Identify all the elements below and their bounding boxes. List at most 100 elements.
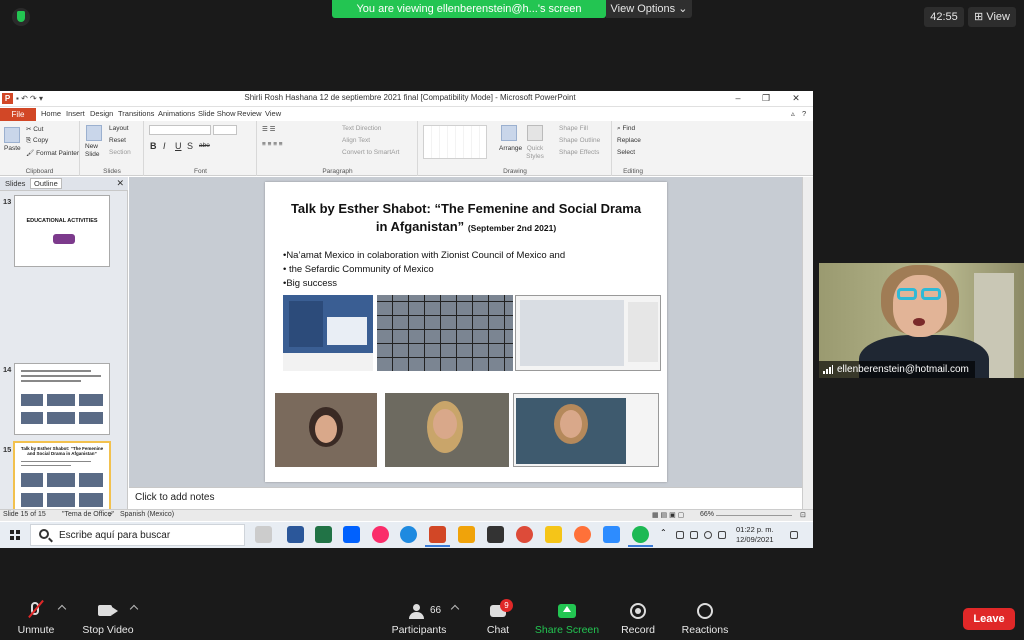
bold-button[interactable]: B: [150, 141, 157, 151]
spellcheck-icon[interactable]: ✓: [108, 511, 114, 519]
underline-button[interactable]: U: [175, 141, 182, 151]
outlook-icon[interactable]: [458, 526, 475, 543]
arrange-icon[interactable]: [501, 125, 517, 141]
notifications-icon[interactable]: [790, 531, 798, 539]
redo-icon[interactable]: ↷: [30, 94, 37, 103]
cut-button[interactable]: ✂ Cut: [26, 125, 43, 133]
shadow-button[interactable]: S: [187, 141, 193, 151]
file-explorer-icon[interactable]: [545, 526, 562, 543]
slide-bullet[interactable]: • the Sefardic Community of Mexico: [283, 264, 434, 275]
vertical-scrollbar[interactable]: [802, 177, 813, 509]
tab-view[interactable]: View: [265, 109, 281, 118]
font-name-box[interactable]: [149, 125, 211, 135]
view-button[interactable]: ⊞ View: [968, 7, 1016, 27]
restore-icon[interactable]: ❐: [759, 93, 773, 104]
paste-button[interactable]: Paste: [4, 145, 21, 152]
quick-access-toolbar[interactable]: ▪ ↶ ↷ ▾: [16, 94, 64, 104]
chrome-icon[interactable]: [516, 526, 533, 543]
battery-icon[interactable]: [690, 531, 698, 539]
arrange-button[interactable]: Arrange: [499, 145, 522, 152]
strikethrough-button[interactable]: abe: [199, 142, 210, 149]
new-slide-button[interactable]: New Slide: [85, 143, 107, 159]
italic-button[interactable]: I: [163, 141, 166, 151]
convert-smartart-button[interactable]: Convert to SmartArt: [342, 149, 399, 156]
notes-pane[interactable]: Click to add notes: [129, 487, 802, 509]
font-size-box[interactable]: [213, 125, 237, 135]
tab-animations[interactable]: Animations: [158, 109, 195, 118]
customize-icon[interactable]: ▾: [39, 94, 43, 103]
windows-start-icon[interactable]: [10, 530, 20, 540]
spotify-icon[interactable]: [628, 526, 653, 547]
share-screen-button[interactable]: Share Screen: [532, 592, 602, 640]
stop-video-button[interactable]: Stop Video: [76, 592, 140, 640]
pane-close-icon[interactable]: ✕: [116, 178, 124, 189]
store-icon[interactable]: [487, 526, 504, 543]
taskbar-clock[interactable]: 01:22 p. m. 12/09/2021: [736, 525, 774, 545]
align-text-button[interactable]: Align Text: [342, 137, 370, 144]
shapes-gallery[interactable]: [423, 125, 487, 159]
chat-button[interactable]: 9 Chat: [476, 592, 520, 640]
shared-screen[interactable]: P ▪ ↶ ↷ ▾ Shirli Rosh Hashana 12 de sept…: [0, 91, 813, 548]
section-button[interactable]: Section: [109, 149, 131, 156]
task-view-icon[interactable]: [255, 526, 272, 543]
participants-button[interactable]: 66 Participants: [384, 592, 454, 640]
view-options-button[interactable]: View Options ⌄: [606, 0, 692, 18]
zoom-level[interactable]: 66%: [700, 511, 714, 518]
dropbox-icon[interactable]: [343, 526, 360, 543]
shape-outline-button[interactable]: Shape Outline: [559, 137, 600, 144]
help-icon[interactable]: ?: [802, 109, 806, 118]
reset-button[interactable]: Reset: [109, 137, 126, 144]
itunes-icon[interactable]: [372, 526, 389, 543]
tray-icon[interactable]: [676, 531, 684, 539]
close-icon[interactable]: ✕: [789, 93, 803, 104]
slide-thumbnail-15[interactable]: Talk by Esther Shabot: “The Femenine and…: [13, 441, 111, 517]
minimize-ribbon-icon[interactable]: ▵: [791, 109, 795, 118]
select-button[interactable]: Select: [617, 149, 635, 156]
tab-design[interactable]: Design: [90, 109, 113, 118]
paste-icon[interactable]: [4, 127, 20, 143]
zoom-slider[interactable]: [716, 515, 792, 516]
find-button[interactable]: ⌕ Find: [617, 125, 635, 133]
quick-styles-button[interactable]: Quick Styles: [523, 145, 547, 161]
slide-title[interactable]: Talk by Esther Shabot: “The Femenine and…: [285, 200, 647, 237]
current-slide[interactable]: Talk by Esther Shabot: “The Femenine and…: [265, 182, 667, 482]
slide-thumbnail-13[interactable]: EDUCATIONAL ACTIVITIES: [14, 195, 110, 267]
minimize-icon[interactable]: –: [731, 93, 745, 103]
bullets-icon[interactable]: ☰ ☰: [262, 125, 275, 133]
edge-icon[interactable]: [400, 526, 417, 543]
unmute-button[interactable]: Unmute: [0, 592, 72, 640]
slide-bullet[interactable]: •Big success: [283, 278, 337, 289]
new-slide-icon[interactable]: [86, 125, 102, 141]
participant-video-tile[interactable]: ellenberenstein@hotmail.com: [819, 263, 1024, 378]
replace-button[interactable]: Replace: [617, 137, 641, 144]
powerpoint-taskbar-icon[interactable]: [425, 526, 450, 547]
excel-icon[interactable]: [315, 526, 332, 543]
slide-canvas[interactable]: Talk by Esther Shabot: “The Femenine and…: [129, 177, 802, 487]
shape-fill-button[interactable]: Shape Fill: [559, 125, 588, 132]
text-direction-button[interactable]: Text Direction: [342, 125, 381, 132]
taskbar-search-box[interactable]: Escribe aquí para buscar: [30, 524, 245, 546]
save-icon[interactable]: ▪: [16, 94, 19, 103]
tray-overflow-icon[interactable]: ⌃: [660, 528, 668, 537]
wifi-icon[interactable]: [704, 531, 712, 539]
slide-thumbnail-14[interactable]: [14, 363, 110, 435]
volume-icon[interactable]: [718, 531, 726, 539]
format-painter-button[interactable]: 🖌 Format Painter: [26, 149, 79, 157]
shape-effects-button[interactable]: Shape Effects: [559, 149, 599, 156]
record-button[interactable]: Record: [614, 592, 662, 640]
leave-button[interactable]: Leave: [963, 608, 1015, 630]
fit-slide-icon[interactable]: ⊡: [800, 511, 806, 519]
firefox-icon[interactable]: [574, 526, 591, 543]
security-shield-icon[interactable]: [12, 8, 30, 26]
word-icon[interactable]: [287, 526, 304, 543]
slide-bullet[interactable]: •Na’amat Mexico in colaboration with Zio…: [283, 250, 565, 261]
tab-slide-show[interactable]: Slide Show: [198, 109, 236, 118]
quick-styles-icon[interactable]: [527, 125, 543, 141]
tab-slides[interactable]: Slides: [5, 179, 25, 188]
undo-icon[interactable]: ↶: [21, 94, 28, 103]
view-buttons[interactable]: ▦ ▤ ▣ ▢: [652, 511, 684, 519]
copy-button[interactable]: ⎘ Copy: [26, 137, 48, 145]
layout-button[interactable]: Layout: [109, 125, 129, 132]
zoom-icon[interactable]: [603, 526, 620, 543]
tab-insert[interactable]: Insert: [66, 109, 85, 118]
